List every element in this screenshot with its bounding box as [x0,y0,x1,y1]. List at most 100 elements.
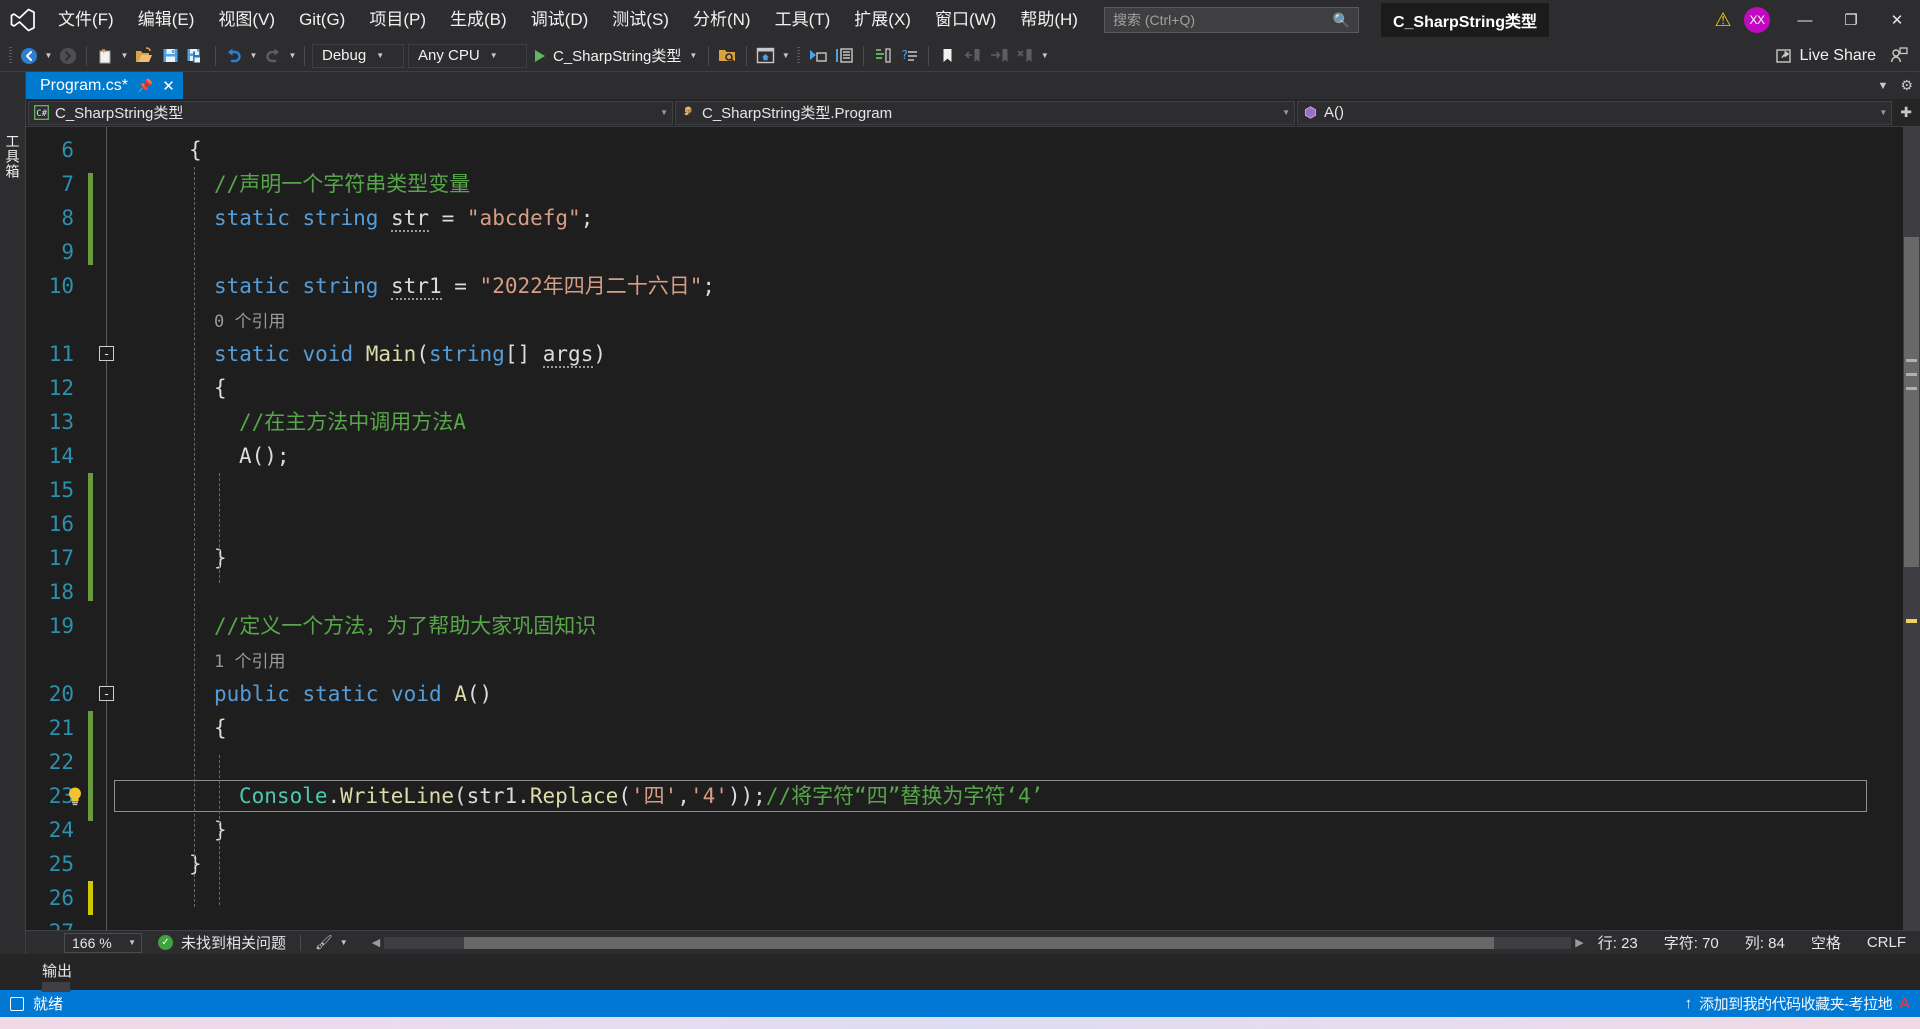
restore-button[interactable]: ❐ [1828,0,1874,40]
up-arrow-icon[interactable]: ↑ [1685,995,1693,1012]
back-dropdown-icon[interactable]: ▼ [42,51,55,60]
pin-icon[interactable]: 📌 [137,78,153,94]
menu-debug[interactable]: 调试(D) [519,0,601,40]
code-line[interactable]: public static void A() [214,677,492,711]
codelens-reference-count[interactable]: 0 个引用 [214,312,285,332]
navbar-project-combo[interactable]: C# C_SharpString类型 ▼ [28,100,673,125]
issues-status[interactable]: ✓ 未找到相关问题 [158,932,286,953]
scroll-left-arrow[interactable]: ◀ [372,936,380,949]
gear-icon[interactable]: ⚙ [1900,77,1913,94]
back-arrow-icon[interactable] [16,43,42,69]
code-line[interactable]: } [214,541,227,575]
vertical-scrollbar[interactable] [1903,127,1920,930]
code-line[interactable]: //声明一个字符串类型变量 [214,167,470,201]
codelens-row[interactable]: 0 个引用 [214,303,285,337]
lightbulb-icon[interactable] [64,785,86,807]
code-line[interactable]: { [214,371,227,405]
close-icon[interactable]: ✕ [162,77,175,95]
scroll-right-arrow[interactable]: ▶ [1575,936,1583,949]
warning-triangle-icon[interactable]: ⚠ [1706,9,1740,32]
code-surface[interactable]: { //声明一个字符串类型变量 static string str = "abcde… [114,127,1903,930]
chevron-down-icon[interactable]: ▼ [340,938,348,947]
undo-icon[interactable] [221,43,247,69]
eol-mode[interactable]: CRLF [1867,934,1906,951]
navbar-type-combo[interactable]: C_SharpString类型.Program ▼ [675,100,1295,125]
platform-combo[interactable]: Any CPU ▼ [408,43,527,68]
properties-icon[interactable]: ? [896,43,923,69]
indent-mode[interactable]: 空格 [1811,932,1841,953]
menu-test[interactable]: 测试(S) [600,0,681,40]
redo-icon[interactable] [260,43,286,69]
code-line[interactable]: Console.WriteLine(str1.Replace('四','4'))… [239,779,1043,813]
menu-view[interactable]: 视图(V) [206,0,287,40]
toolbar-overflow-icon[interactable]: ▼ [1038,51,1051,60]
code-line[interactable]: A(); [239,439,290,473]
fold-toggle[interactable]: - [99,346,114,361]
menu-git[interactable]: Git(G) [287,0,357,40]
zoom-combo[interactable]: 166 % ▼ [64,932,142,953]
window-layout-icon[interactable] [831,43,858,69]
output-tab[interactable]: 输出 [42,960,72,992]
search-input[interactable] [1112,12,1329,28]
new-item-icon[interactable] [92,43,118,69]
menu-analyze[interactable]: 分析(N) [681,0,763,40]
brush-icon[interactable]: 🖌 [315,934,333,951]
live-share-button[interactable]: Live Share [1765,43,1887,69]
menu-edit[interactable]: 编辑(E) [126,0,207,40]
code-line[interactable]: { [189,133,202,167]
bookmark-icon[interactable] [934,43,960,69]
code-line[interactable]: static void Main(string[] args) [214,337,606,371]
configuration-combo[interactable]: Debug ▼ [312,43,404,68]
code-line[interactable]: { [214,711,227,745]
people-icon[interactable] [1886,43,1912,69]
close-button[interactable]: ✕ [1874,0,1920,40]
home-dropdown-icon[interactable]: ▼ [779,51,792,60]
horizontal-scrollbar[interactable] [384,936,1572,949]
scrollbar-thumb[interactable] [1904,237,1919,567]
clear-bookmarks-icon[interactable] [1012,43,1038,69]
redo-dropdown-icon[interactable]: ▼ [286,51,299,60]
chevron-down-icon[interactable]: ▼ [689,51,697,60]
navbar-member-combo[interactable]: A() ▼ [1297,100,1893,125]
code-line[interactable]: static string str = "abcdefg"; [214,201,593,235]
solution-explorer-icon[interactable] [869,43,896,69]
new-item-dropdown-icon[interactable]: ▼ [118,51,131,60]
glyph-margin[interactable]: -- [69,127,114,930]
tab-program-cs[interactable]: Program.cs* 📌 ✕ [26,72,183,99]
split-icon[interactable]: ✚ [1900,104,1912,121]
code-line[interactable]: //在主方法中调用方法A [239,405,466,439]
save-all-icon[interactable] [183,43,210,69]
toolbox-rail[interactable]: 工具箱 [0,72,26,954]
toolbar-grip[interactable] [4,44,16,68]
menu-window[interactable]: 窗口(W) [923,0,1008,40]
save-icon[interactable] [157,43,183,69]
global-search[interactable]: 🔍 [1103,7,1359,33]
menu-build[interactable]: 生成(B) [438,0,519,40]
toolbar-grip-2[interactable] [792,44,804,68]
menu-extensions[interactable]: 扩展(X) [842,0,923,40]
fold-toggle[interactable]: - [99,686,114,701]
menu-project[interactable]: 项目(P) [357,0,438,40]
code-line[interactable]: } [189,847,202,881]
code-line[interactable]: //定义一个方法，为了帮助大家巩固知识 [214,609,596,643]
open-folder-icon[interactable] [131,43,157,69]
start-debug-button[interactable]: C_SharpString类型 ▼ [529,43,703,69]
menu-help[interactable]: 帮助(H) [1008,0,1090,40]
undo-dropdown-icon[interactable]: ▼ [247,51,260,60]
previous-bookmark-icon[interactable] [960,43,986,69]
output-pane-header[interactable]: 输出 [0,954,1920,992]
code-line[interactable]: } [214,813,227,847]
codelens-row[interactable]: 1 个引用 [214,643,285,677]
code-editor[interactable]: 6789101112131415161718192021222324252627… [26,127,1920,930]
menu-file[interactable]: 文件(F) [46,0,126,40]
step-into-icon[interactable] [804,43,831,69]
hscroll-thumb[interactable] [464,936,1495,949]
chevron-down-icon[interactable]: ▼ [1878,80,1889,92]
codelens-reference-count[interactable]: 1 个引用 [214,652,285,672]
code-line[interactable]: static string str1 = "2022年四月二十六日"; [214,269,715,303]
home-window-icon[interactable] [752,43,779,69]
minimize-button[interactable]: — [1782,0,1828,40]
menu-tools[interactable]: 工具(T) [763,0,843,40]
next-bookmark-icon[interactable] [986,43,1012,69]
search-folder-icon[interactable] [714,43,741,69]
